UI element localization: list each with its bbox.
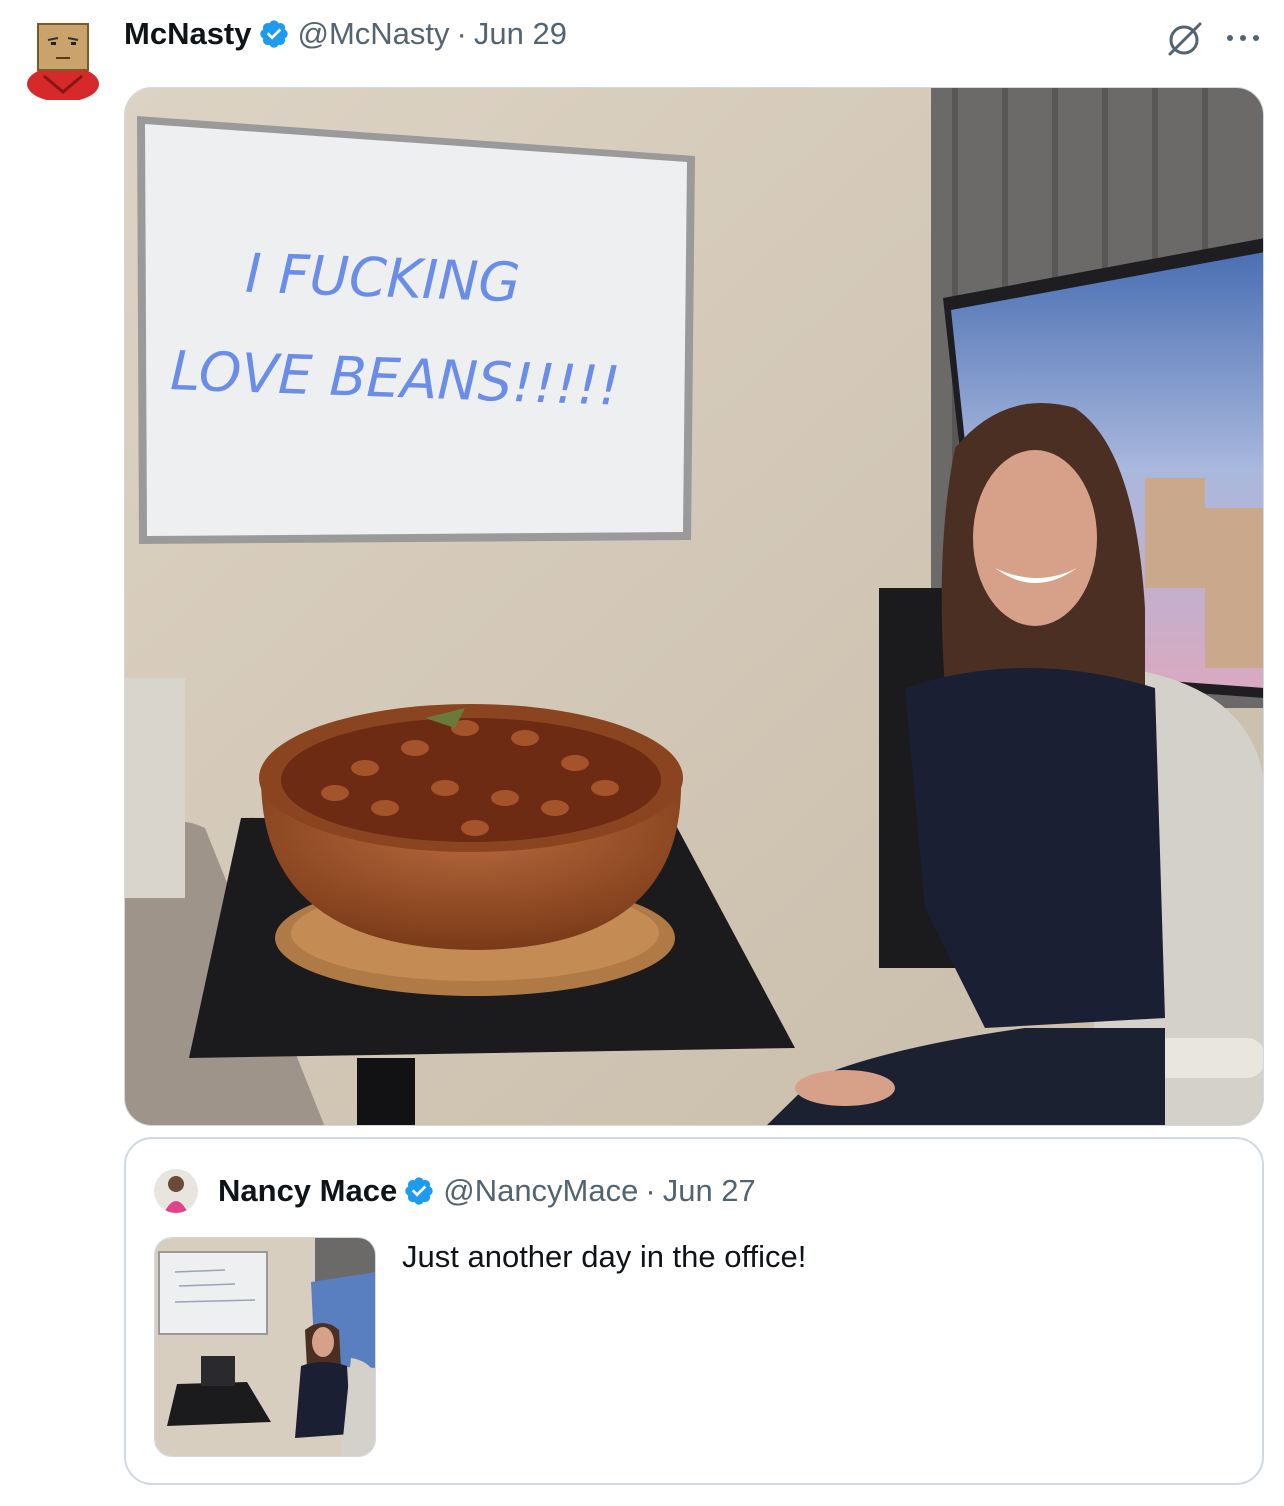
quoted-tweet-thumbnail[interactable] bbox=[154, 1237, 376, 1457]
verified-badge-icon[interactable] bbox=[403, 1175, 435, 1207]
quoted-tweet-text: Just another day in the office! bbox=[402, 1239, 807, 1274]
author-name[interactable]: McNasty bbox=[124, 16, 252, 52]
separator-dot: · bbox=[456, 16, 467, 51]
more-horizontal-icon[interactable] bbox=[1224, 28, 1262, 48]
tweet-date[interactable]: Jun 29 bbox=[474, 16, 567, 52]
quoted-tweet-date[interactable]: Jun 27 bbox=[663, 1173, 756, 1209]
office-photo-thumbnail bbox=[155, 1238, 375, 1456]
tweet-media-image[interactable]: I FUCKING LOVE BEANS!!!!! bbox=[124, 87, 1264, 1126]
author-avatar[interactable] bbox=[24, 20, 102, 102]
quoted-tweet-header: Nancy Mace @NancyMace · Jun 27 bbox=[154, 1169, 756, 1213]
grok-icon[interactable] bbox=[1164, 20, 1204, 60]
boxhead-avatar-icon bbox=[27, 23, 99, 102]
person-avatar-icon bbox=[154, 1169, 198, 1213]
whiteboard-line-1: I FUCKING bbox=[244, 242, 521, 315]
verified-badge-icon[interactable] bbox=[258, 18, 290, 50]
quoted-tweet[interactable]: Nancy Mace @NancyMace · Jun 27 Just anot… bbox=[124, 1137, 1264, 1485]
author-handle[interactable]: @McNasty bbox=[298, 16, 450, 52]
quoted-author-handle[interactable]: @NancyMace bbox=[443, 1173, 638, 1209]
quoted-author-avatar[interactable] bbox=[154, 1169, 198, 1213]
tweet-header: McNasty @McNasty · Jun 29 bbox=[124, 14, 567, 54]
office-beans-photo: I FUCKING LOVE BEANS!!!!! bbox=[125, 88, 1263, 1125]
quoted-author-name[interactable]: Nancy Mace bbox=[218, 1173, 397, 1209]
separator-dot: · bbox=[645, 1173, 656, 1208]
